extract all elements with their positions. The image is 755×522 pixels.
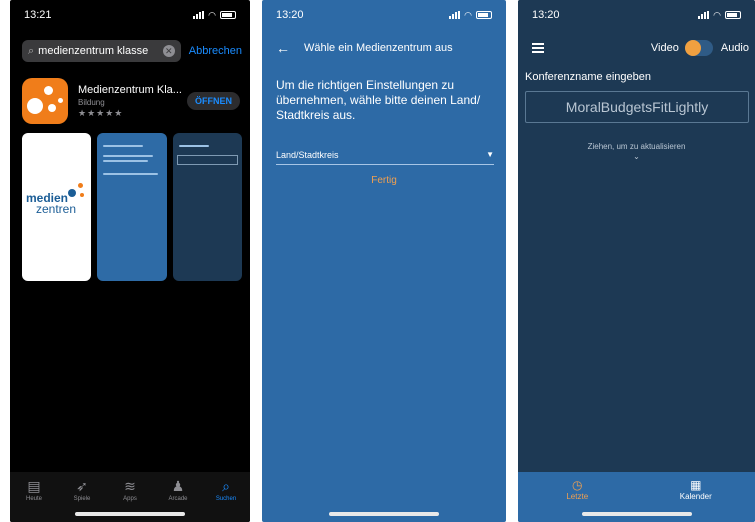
done-button[interactable]: Fertig bbox=[262, 175, 506, 186]
cancel-button[interactable]: Abbrechen bbox=[189, 45, 242, 57]
status-time: 13:21 bbox=[24, 9, 52, 21]
intro-text: Um die richtigen Einstellungen zu überne… bbox=[276, 78, 481, 122]
tab-suchen[interactable]: ⌕ Suchen bbox=[209, 478, 243, 522]
conference-label: Konferenzname eingeben bbox=[525, 71, 651, 83]
app-name: Medienzentrum Kla... bbox=[78, 83, 182, 96]
rocket-icon: ➶ bbox=[76, 478, 88, 494]
signal-icon bbox=[698, 11, 710, 19]
menu-icon[interactable] bbox=[532, 43, 544, 53]
back-arrow-icon[interactable]: ← bbox=[276, 40, 290, 56]
status-time: 13:20 bbox=[276, 9, 304, 21]
nav-bar: ← Wähle ein Medienzentrum aus bbox=[276, 40, 496, 56]
open-button[interactable]: ÖFFNEN bbox=[187, 92, 240, 110]
search-row: ⌕ medienzentrum klasse ✕ Abbrechen bbox=[22, 40, 242, 62]
logo-line: zentren bbox=[36, 202, 77, 216]
battery-icon bbox=[476, 11, 492, 19]
page-title: Wähle ein Medienzentrum aus bbox=[304, 42, 453, 54]
dropdown-arrow-icon: ▼ bbox=[486, 150, 494, 159]
district-select[interactable]: Land/Stadtkreis ▼ bbox=[276, 145, 494, 165]
app-icon bbox=[22, 78, 68, 124]
video-label: Video bbox=[650, 42, 679, 54]
nav-bar: Video Audio bbox=[532, 40, 749, 56]
signal-icon bbox=[193, 11, 205, 19]
medienzentren-logo: medien zentren bbox=[26, 192, 77, 216]
wifi-icon: ◠ bbox=[208, 9, 216, 20]
wifi-icon: ◠ bbox=[713, 9, 721, 20]
app-result[interactable]: Medienzentrum Kla... Bildung ★★★★★ ÖFFNE… bbox=[22, 76, 240, 126]
status-bar: 13:21 ◠ bbox=[10, 0, 250, 30]
home-indicator bbox=[581, 512, 692, 516]
conference-screen: 13:20 ◠ Video Audio Konferenzname eingeb… bbox=[518, 0, 755, 522]
appstore-screen: 13:21 ◠ ⌕ medienzentrum klasse ✕ Abbrech… bbox=[10, 0, 250, 522]
status-bar: 13:20 ◠ bbox=[518, 0, 755, 30]
conference-name-input[interactable]: MoralBudgetsFitLightly bbox=[525, 91, 749, 123]
audio-label: Audio bbox=[720, 42, 749, 54]
status-bar: 13:20 ◠ bbox=[262, 0, 506, 30]
screenshot-select bbox=[97, 133, 167, 281]
pull-to-refresh: Ziehen, um zu aktualisieren ⌄ bbox=[518, 142, 755, 161]
layers-icon: ≋ bbox=[124, 478, 136, 494]
battery-icon bbox=[725, 11, 741, 19]
search-icon: ⌕ bbox=[28, 44, 35, 57]
select-center-screen: 13:20 ◠ ← Wähle ein Medienzentrum aus Um… bbox=[262, 0, 506, 522]
clear-icon[interactable]: ✕ bbox=[162, 45, 175, 57]
tab-heute[interactable]: ▤ Heute bbox=[17, 478, 51, 522]
home-indicator bbox=[329, 512, 439, 516]
signal-icon bbox=[449, 11, 461, 19]
wifi-icon: ◠ bbox=[464, 9, 472, 20]
screenshot-gallery[interactable]: medien zentren bbox=[22, 133, 242, 281]
video-audio-toggle[interactable] bbox=[684, 40, 713, 56]
screenshot-conference bbox=[172, 133, 242, 281]
history-icon: ◷ bbox=[572, 478, 583, 492]
search-input[interactable]: ⌕ medienzentrum klasse ✕ bbox=[22, 40, 181, 62]
chevron-down-icon: ⌄ bbox=[633, 152, 640, 161]
today-icon: ▤ bbox=[27, 478, 41, 494]
calendar-icon: ▦ bbox=[690, 478, 702, 492]
screenshot-logo: medien zentren bbox=[22, 133, 92, 281]
rating-stars: ★★★★★ bbox=[78, 107, 124, 118]
status-time: 13:20 bbox=[532, 9, 560, 21]
battery-icon bbox=[220, 11, 236, 19]
home-indicator bbox=[75, 512, 185, 516]
search-text: medienzentrum klasse bbox=[38, 45, 149, 57]
select-label: Land/Stadtkreis bbox=[276, 149, 339, 160]
joystick-icon: ♟ bbox=[171, 478, 185, 494]
search-icon: ⌕ bbox=[222, 478, 230, 494]
app-category: Bildung bbox=[78, 97, 105, 107]
pull-hint: Ziehen, um zu aktualisieren bbox=[587, 142, 686, 151]
